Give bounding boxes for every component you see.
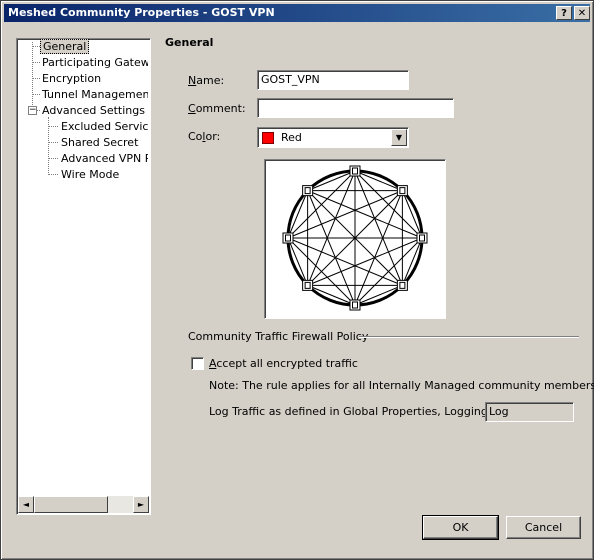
tree-item-tunnel-management[interactable]: Tunnel Management (40, 87, 148, 102)
scroll-left-icon[interactable]: ◄ (18, 496, 34, 513)
close-button[interactable]: ✕ (574, 6, 590, 20)
tree-connector (32, 78, 40, 79)
accept-encrypted-label[interactable]: Accept all encrypted traffic (209, 357, 358, 370)
name-label: Name: (188, 74, 225, 87)
color-dropdown[interactable]: Red ▼ (257, 127, 409, 148)
tree-item-wire-mode[interactable]: Wire Mode (59, 167, 121, 182)
log-value-field: Log (485, 402, 574, 422)
scroll-right-icon[interactable]: ► (133, 496, 149, 513)
tree-connector (32, 46, 40, 47)
section-title: General (165, 36, 214, 49)
tree-connector (32, 62, 40, 63)
color-value: Red (281, 131, 302, 144)
accept-encrypted-checkbox[interactable] (191, 357, 204, 370)
tree-item-label: Shared Secret (61, 136, 139, 149)
comment-field[interactable] (257, 98, 454, 118)
title-bar[interactable]: Meshed Community Properties - GOST VPN ?… (4, 4, 590, 22)
tree-connector (48, 142, 58, 143)
ok-button[interactable]: OK (422, 515, 499, 540)
tree-item-label: Participating Gateways (42, 56, 148, 69)
tree-item-participating-gateways[interactable]: Participating Gateways (40, 55, 148, 70)
tree-item-label: Advanced VPN Pr (61, 152, 148, 165)
log-traffic-label: Log Traffic as defined in Global Propert… (209, 405, 514, 418)
scrollbar-thumb[interactable] (34, 496, 108, 513)
tree-item-label: Tunnel Management (42, 88, 148, 101)
policy-note: Note: The rule applies for all Internall… (209, 379, 594, 392)
chevron-down-icon[interactable]: ▼ (391, 129, 407, 146)
color-swatch (262, 132, 274, 144)
name-field[interactable]: GOST_VPN (257, 70, 409, 90)
window-title: Meshed Community Properties - GOST VPN (8, 6, 275, 19)
help-button[interactable]: ? (556, 6, 572, 20)
color-label: Color: (188, 130, 221, 143)
tree-item-label: Encryption (42, 72, 102, 85)
tree-connector (32, 94, 40, 95)
tree-item-encryption[interactable]: Encryption (40, 71, 103, 86)
cancel-button[interactable]: Cancel (506, 516, 581, 539)
policy-group-label: Community Traffic Firewall Policy (188, 330, 369, 343)
tree-item-label: General (40, 39, 90, 54)
tree-connector (48, 174, 58, 175)
group-divider (359, 336, 579, 338)
tree-item-label: Advanced Settings (42, 104, 145, 117)
tree-item-shared-secret[interactable]: Shared Secret (59, 135, 140, 150)
tree-horizontal-scrollbar[interactable]: ◄ ► (18, 496, 149, 513)
comment-label: Comment: (188, 102, 246, 115)
tree-item-label: Excluded Services (61, 120, 148, 133)
tree-content: − General Participating Gateways Encrypt… (17, 39, 148, 494)
tree-connector (48, 126, 58, 127)
collapse-icon[interactable]: − (28, 106, 37, 115)
tree-item-general[interactable]: General (40, 39, 90, 54)
tree-item-label: Wire Mode (61, 168, 120, 181)
navigation-tree[interactable]: − General Participating Gateways Encrypt… (16, 38, 151, 515)
tree-connector (48, 158, 58, 159)
tree-item-excluded-services[interactable]: Excluded Services (59, 119, 148, 134)
meshed-community-properties-dialog: Meshed Community Properties - GOST VPN ?… (0, 0, 594, 560)
mesh-topology-diagram (264, 159, 446, 319)
tree-item-advanced-settings[interactable]: Advanced Settings (40, 103, 147, 118)
mesh-topology-icon (282, 165, 428, 311)
tree-item-advanced-vpn-properties[interactable]: Advanced VPN Pr (59, 151, 148, 166)
